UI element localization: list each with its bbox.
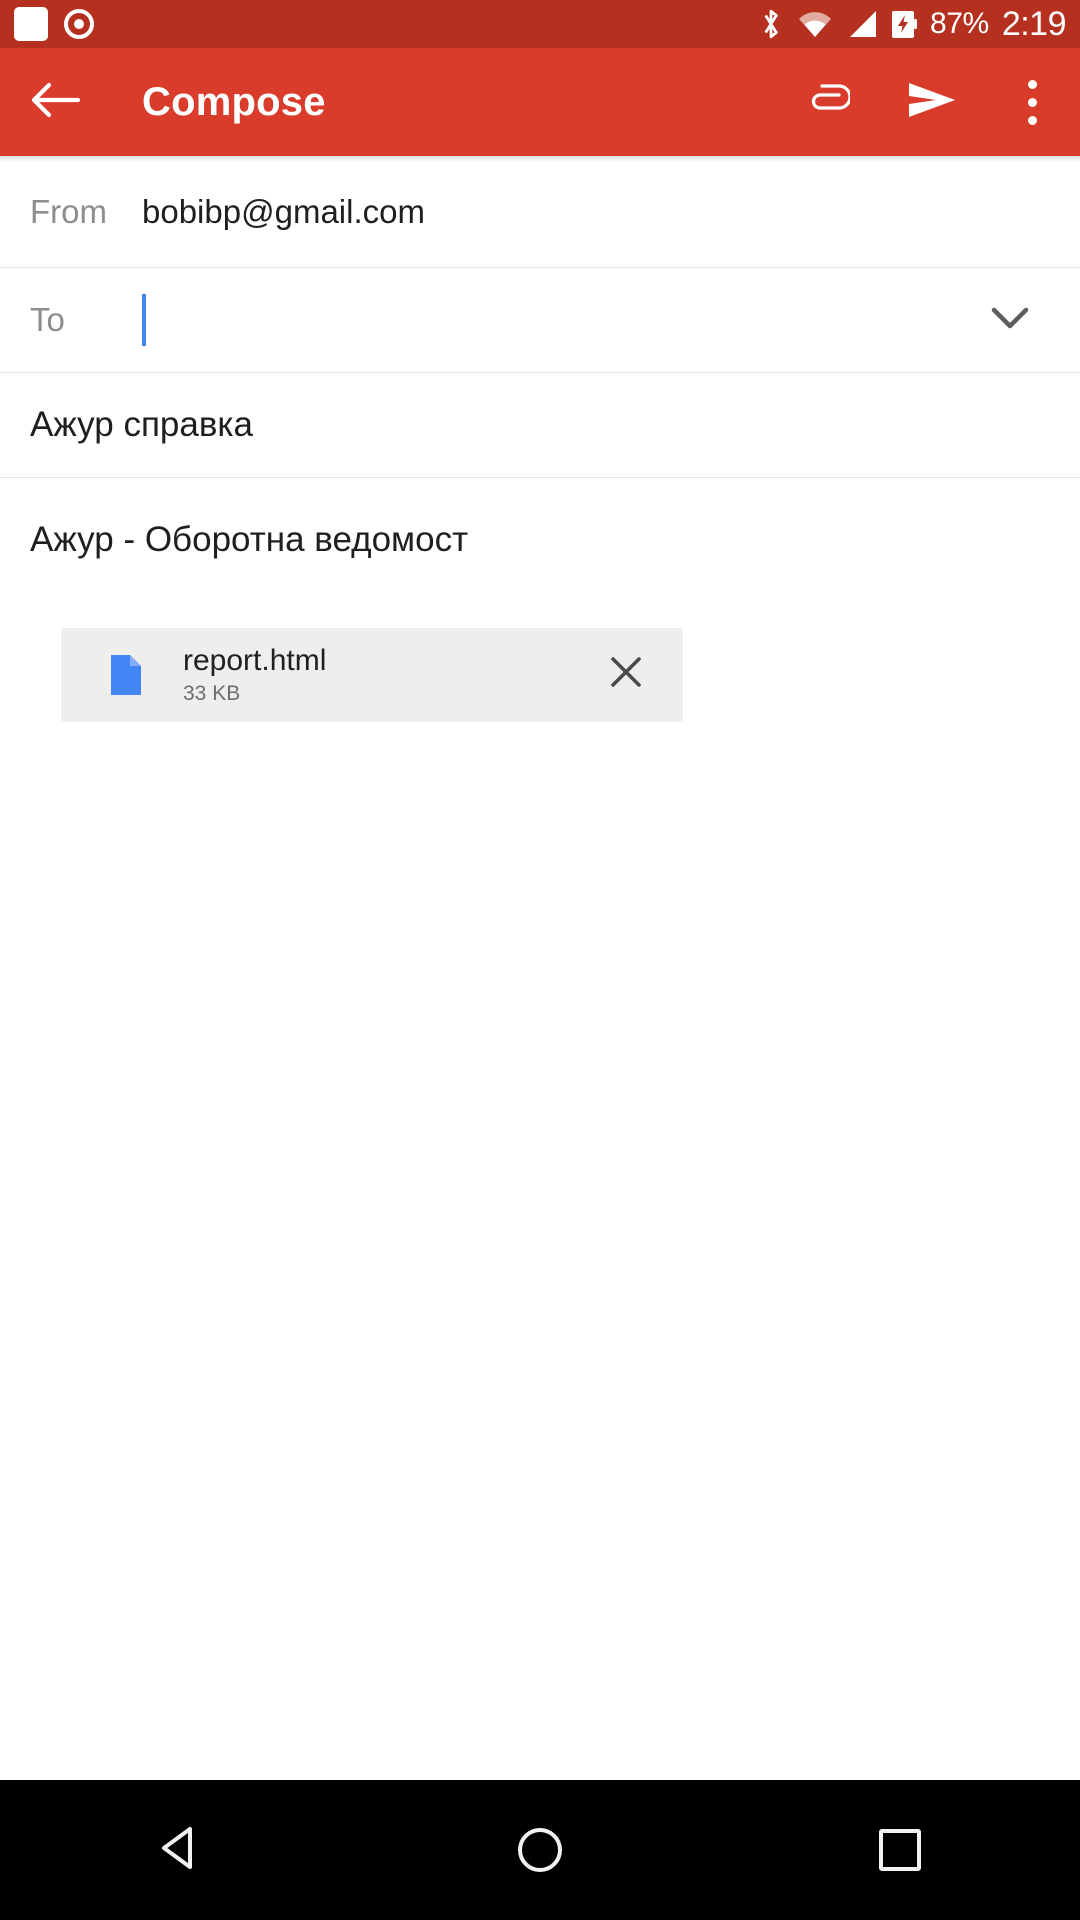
file-document-icon <box>99 653 153 697</box>
app-bar-actions <box>776 48 1080 156</box>
attachment-chip[interactable]: report.html 33 KB <box>61 627 683 722</box>
cellular-signal-icon <box>846 9 878 39</box>
send-icon <box>906 79 958 126</box>
subject-row[interactable]: Ажур справка <box>0 373 1080 478</box>
overflow-menu-button[interactable] <box>984 48 1080 156</box>
back-button[interactable] <box>0 48 110 156</box>
status-bar: 87% 2:19 <box>0 0 1080 48</box>
from-row[interactable]: From bobibp@gmail.com <box>0 156 1080 268</box>
text-cursor <box>142 294 146 346</box>
chevron-down-icon <box>990 305 1030 336</box>
to-input[interactable] <box>142 268 970 372</box>
status-bar-left-icons <box>14 7 94 41</box>
nav-recents-square-icon <box>879 1829 921 1871</box>
body-input[interactable]: Ажур - Оборотна ведомост <box>30 518 1050 562</box>
nav-home-button[interactable] <box>450 1780 630 1920</box>
close-icon <box>606 652 646 697</box>
attachments-list: report.html 33 KB <box>30 562 1050 722</box>
page-title: Compose <box>142 79 326 124</box>
status-bar-clock: 2:19 <box>1001 4 1067 43</box>
status-bar-right-icons: 87% 2:19 <box>758 4 1067 44</box>
record-icon <box>64 9 94 39</box>
white-square-icon <box>14 7 48 41</box>
attach-button[interactable] <box>776 48 880 156</box>
app-bar: Compose <box>0 48 1080 156</box>
nav-recents-button[interactable] <box>810 1780 990 1920</box>
to-row[interactable]: To <box>0 268 1080 373</box>
paperclip-icon <box>806 78 852 127</box>
phone-screen: 87% 2:19 Compose From bobibp@gmail.com T… <box>0 0 1080 1920</box>
attachment-filename: report.html <box>183 643 327 677</box>
battery-charging-icon <box>891 8 917 40</box>
more-vertical-icon <box>1027 79 1037 125</box>
to-label: To <box>30 301 65 338</box>
from-label: From <box>30 192 107 230</box>
wifi-icon <box>797 9 833 39</box>
nav-home-circle-icon <box>518 1828 562 1872</box>
battery-percent: 87% <box>929 7 989 40</box>
attachment-meta: report.html 33 KB <box>183 644 326 706</box>
send-button[interactable] <box>880 48 984 156</box>
nav-back-button[interactable] <box>90 1780 270 1920</box>
arrow-left-icon <box>30 81 81 124</box>
attachment-filesize: 33 KB <box>183 681 241 705</box>
bluetooth-icon <box>758 7 784 41</box>
remove-attachment-button[interactable] <box>591 628 661 722</box>
from-value: bobibp@gmail.com <box>142 192 425 230</box>
compose-form: From bobibp@gmail.com To Ажур справка Аж… <box>0 156 1080 1780</box>
subject-input[interactable]: Ажур справка <box>30 405 253 445</box>
recipients-expand-button[interactable] <box>970 305 1050 336</box>
nav-back-triangle-icon <box>158 1825 202 1876</box>
navigation-bar <box>0 1780 1080 1920</box>
body-area[interactable]: Ажур - Оборотна ведомост report.html 33 … <box>0 478 1080 722</box>
